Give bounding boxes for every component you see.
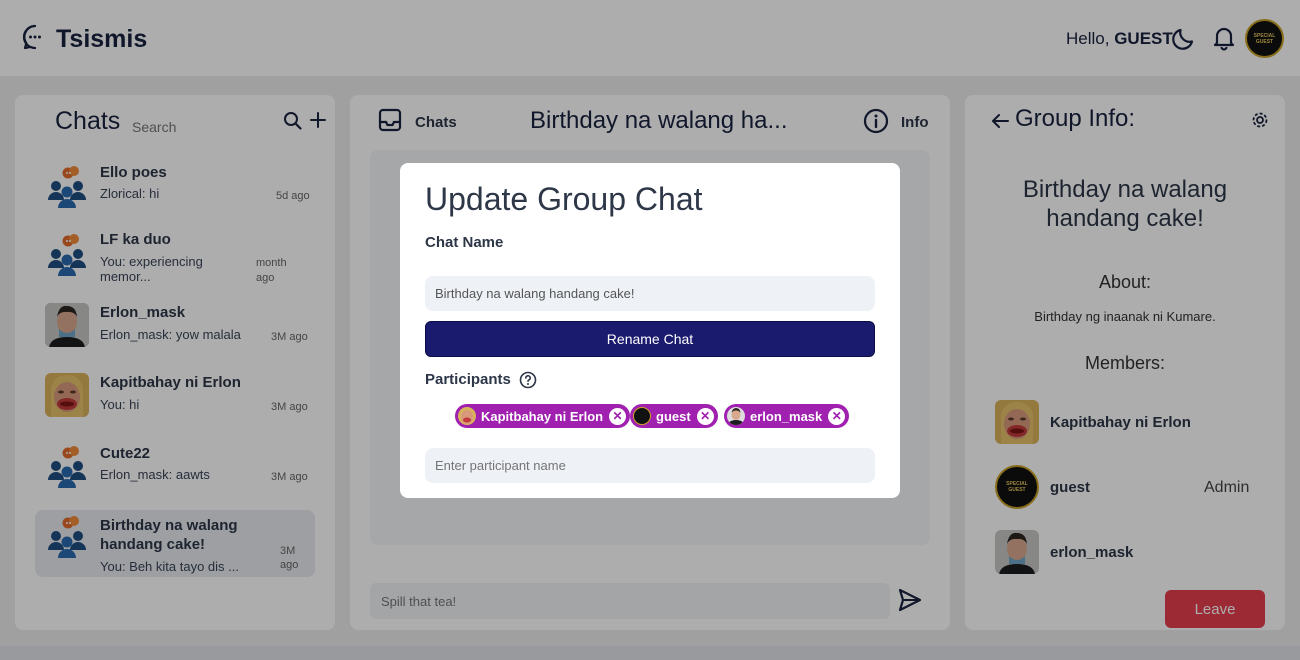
rename-chat-button[interactable]: Rename Chat [425, 321, 875, 357]
chat-name-input[interactable] [425, 276, 875, 311]
modal-title: Update Group Chat [425, 181, 703, 217]
participant-avatar [458, 407, 476, 425]
remove-participant-icon[interactable]: ✕ [828, 407, 846, 425]
participant-name: guest [656, 408, 691, 424]
participant-chip: guest ✕ [630, 404, 718, 428]
participant-chip: erlon_mask ✕ [724, 404, 850, 428]
remove-participant-icon[interactable]: ✕ [609, 407, 627, 425]
update-group-modal: Update Group Chat Chat Name Rename Chat … [400, 163, 900, 498]
participant-chip: Kapitbahay ni Erlon ✕ [455, 404, 631, 428]
chat-name-label: Chat Name [425, 234, 504, 251]
remove-participant-icon[interactable]: ✕ [696, 407, 714, 425]
participant-name: Kapitbahay ni Erlon [481, 408, 604, 424]
participant-avatar [727, 407, 745, 425]
participant-name: erlon_mask [750, 408, 823, 424]
help-icon[interactable] [518, 370, 538, 390]
participant-search-input[interactable] [425, 448, 875, 483]
participants-label: Participants [425, 371, 511, 388]
participant-avatar [633, 407, 651, 425]
